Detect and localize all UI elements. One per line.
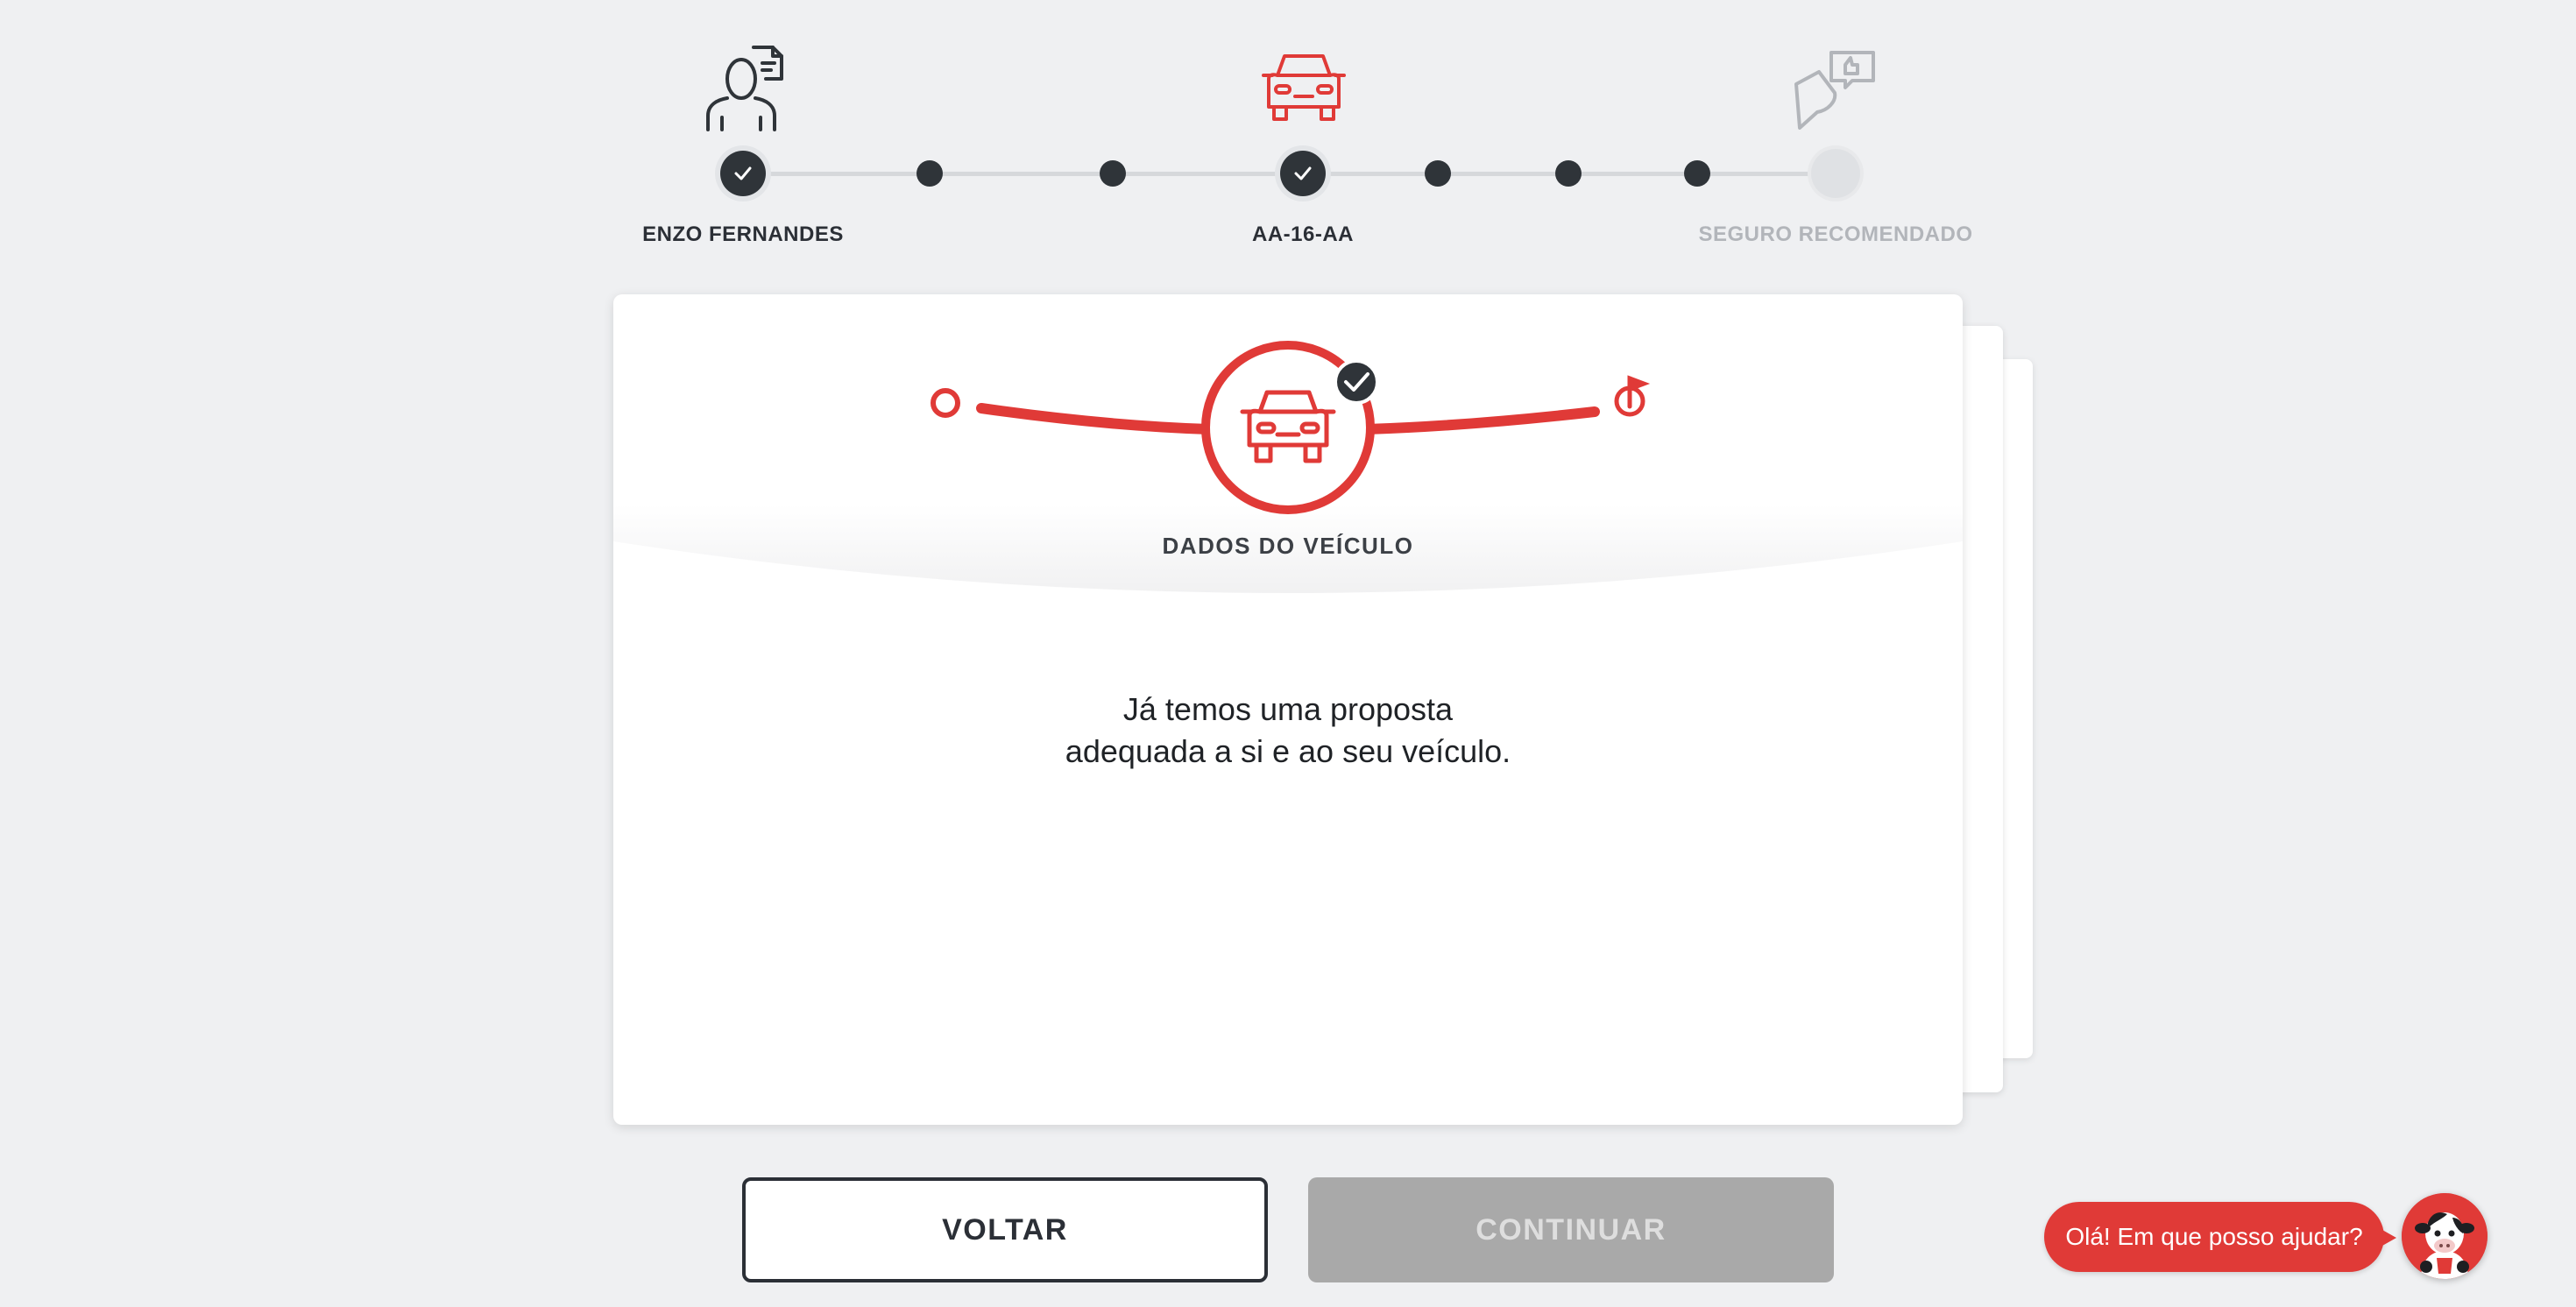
- card-message-line: adequada a si e ao seu veículo.: [1065, 733, 1511, 769]
- start-point-icon: [931, 388, 960, 418]
- step-dot: [1684, 160, 1710, 187]
- cow-mascot-icon: [2402, 1193, 2488, 1279]
- step-dot: [1555, 160, 1582, 187]
- step-dot: [916, 160, 943, 187]
- step-dot-completed: [1280, 151, 1326, 196]
- person-document-icon: [706, 46, 783, 131]
- back-button[interactable]: VOLTAR: [742, 1177, 1268, 1282]
- card-message: Já temos uma proposta adequada a si e ao…: [613, 689, 1963, 773]
- chat-thumbs-up-icon: [1794, 51, 1875, 130]
- step-dot-completed: [720, 151, 766, 196]
- step-label-vehicle: AA-16-AA: [1251, 223, 1355, 246]
- check-icon: [1294, 166, 1312, 180]
- chat-greeting-text: Olá! Em que posso ajudar?: [2065, 1223, 2363, 1250]
- card-title: DADOS DO VEÍCULO: [1162, 533, 1414, 559]
- car-icon: [1262, 54, 1346, 121]
- chat-greeting-bubble[interactable]: Olá! Em que posso ajudar?: [2044, 1202, 2396, 1272]
- chat-assistant-avatar[interactable]: [2402, 1193, 2488, 1279]
- vehicle-data-card: DADOS DO VEÍCULO Já temos uma proposta a…: [613, 294, 1963, 1125]
- step-dot: [1425, 160, 1451, 187]
- card-header-progress: [613, 341, 1963, 593]
- step-label-insurance: SEGURO RECOMENDADO: [1698, 223, 1973, 246]
- continue-button[interactable]: CONTINUAR: [1308, 1177, 1834, 1282]
- finish-flag-icon: [1614, 375, 1651, 417]
- card-message-line: Já temos uma proposta: [1122, 691, 1454, 727]
- step-label-driver: ENZO FERNANDES: [642, 223, 844, 246]
- step-dot-pending: [1811, 149, 1860, 198]
- step-dot: [1100, 160, 1126, 187]
- progress-stepper: ENZO FERNANDES AA-16-AA SEGURO RECOMENDA…: [0, 0, 2576, 263]
- check-icon: [734, 166, 752, 180]
